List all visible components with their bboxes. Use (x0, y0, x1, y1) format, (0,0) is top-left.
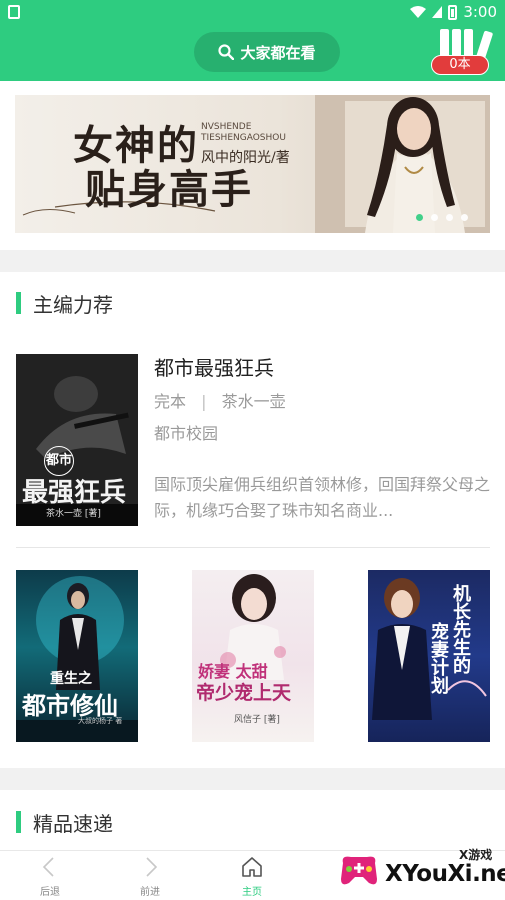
section-accent-bar (16, 811, 21, 833)
book-status: 完本 (154, 392, 187, 411)
search-button[interactable]: 大家都在看 (194, 32, 340, 72)
chevron-right-icon (146, 857, 158, 877)
wifi-icon (410, 6, 427, 18)
divider (16, 547, 490, 548)
notification-icon (8, 5, 20, 19)
nav-home[interactable]: 主页 (222, 855, 282, 899)
cover-author: 茶水一壶 [著] (46, 509, 101, 519)
search-icon (218, 44, 235, 60)
section-separator (0, 768, 505, 790)
featured-book-info[interactable]: 都市最强狂兵 完本 | 茶水一壶 都市校园 国际顶尖雇佣兵组织首领林修，回国拜祭… (154, 354, 490, 524)
cover-title: 最强狂兵 (22, 478, 127, 508)
watermark: X游戏 XYouXi.net (333, 845, 505, 900)
carousel-indicator (416, 214, 468, 221)
status-bar: 3:00 (0, 0, 505, 25)
book-description: 国际顶尖雇佣兵组织首领林修，回国拜祭父母之际，机缘巧合娶了珠市知名商业... (154, 475, 490, 520)
cover-author: 风信子 [著] (234, 715, 280, 725)
carousel-dot-active[interactable] (416, 214, 423, 221)
book-cover-3[interactable]: 机长先生的 宠妻计划 (368, 570, 490, 742)
section-header-express: 精品速递 (16, 809, 113, 836)
app-header: 大家都在看 0本 (0, 25, 505, 81)
banner-carousel[interactable]: 女神的 贴身高手 NVSHENDE TIESHENGAOSHOU 风中的阳光/著 (15, 95, 490, 233)
cover-title-line1: 重生之 (50, 671, 92, 687)
book-author: 茶水一壶 (221, 392, 286, 411)
meta-separator: | (201, 392, 207, 411)
banner-pinyin: NVSHENDE TIESHENGAOSHOU (201, 122, 286, 144)
section-accent-bar (16, 292, 21, 314)
home-icon (242, 857, 262, 877)
section-separator (0, 250, 505, 272)
banner-pinyin-line2: TIESHENGAOSHOU (201, 133, 286, 143)
gamepad-logo-icon (341, 856, 377, 885)
featured-book-cover[interactable]: 都市 最强狂兵 茶水一壶 [著] (16, 354, 138, 526)
signal-icon (432, 6, 443, 18)
banner-author: 风中的阳光/著 (201, 150, 290, 166)
section-header-recommend: 主编力荐 (16, 290, 113, 317)
status-time: 3:00 (463, 3, 497, 21)
book-cover-2[interactable]: 娇妻 太甜 帝少宠上天 风信子 [著] (192, 570, 314, 742)
carousel-dot[interactable] (431, 214, 438, 221)
nav-forward[interactable]: 前进 (120, 855, 180, 899)
book-meta: 完本 | 茶水一壶 (154, 390, 490, 414)
cover-title-line2: 帝少宠上天 (196, 682, 292, 704)
section-title: 精品速递 (33, 811, 113, 836)
bookshelf-count-badge: 0本 (431, 55, 489, 75)
banner-pinyin-line1: NVSHENDE (201, 122, 252, 132)
battery-icon (448, 4, 458, 20)
carousel-dot[interactable] (446, 214, 453, 221)
cover-author: 大叔的杨子 著 (78, 717, 123, 725)
status-right: 3:00 (410, 3, 497, 21)
nav-back[interactable]: 后退 (20, 855, 80, 899)
cover-title-line2: 宠妻计划 (428, 622, 449, 694)
nav-label: 后退 (40, 887, 60, 898)
nav-label: 主页 (242, 887, 262, 898)
chevron-left-icon (42, 857, 54, 877)
notification-icons (8, 5, 20, 19)
carousel-dot[interactable] (461, 214, 468, 221)
search-label: 大家都在看 (240, 43, 316, 62)
book-category: 都市校园 (154, 424, 219, 443)
book-title[interactable]: 都市最强狂兵 (154, 354, 490, 382)
section-title: 主编力荐 (33, 292, 113, 317)
bookshelf-button[interactable]: 0本 (431, 29, 494, 77)
watermark-main: XYouXi.net (385, 861, 505, 887)
nav-label: 前进 (140, 887, 160, 898)
book-cover-1[interactable]: 重生之 都市修仙 大叔的杨子 著 (16, 570, 138, 742)
